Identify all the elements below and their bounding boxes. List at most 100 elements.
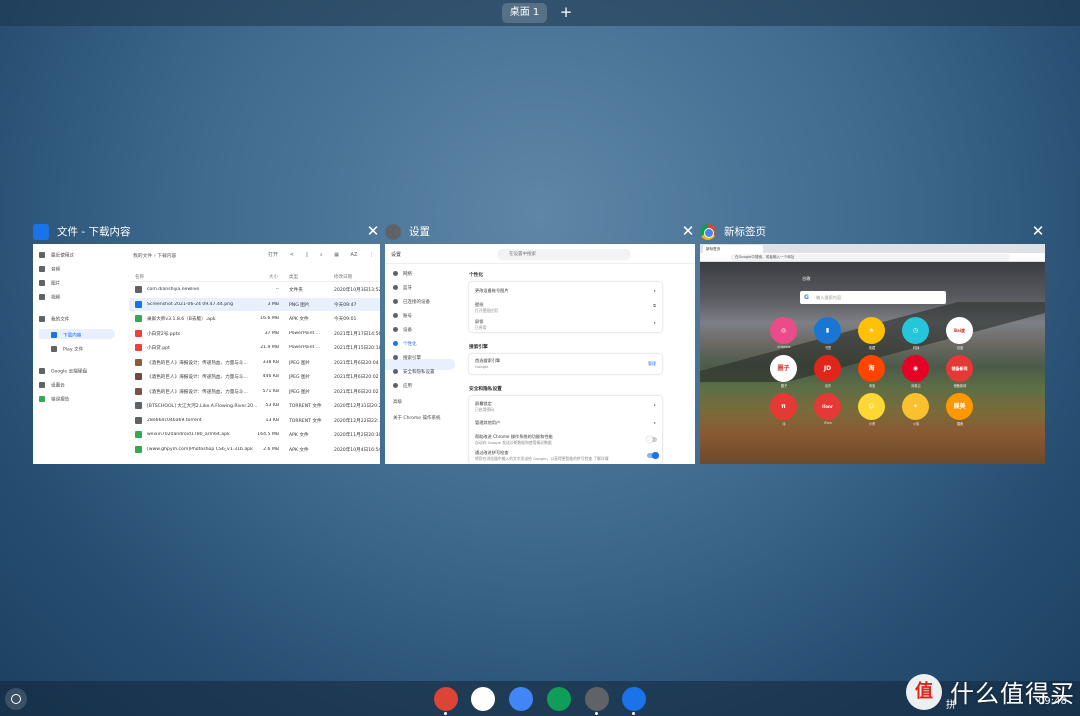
omnibox[interactable]: 在Google中搜索，或者输入一个网址 [730, 254, 1010, 261]
table-row[interactable]: Screenshot 2021-06-24 09.47.44.png 3 MB PN… [129, 297, 380, 311]
launcher-button[interactable] [5, 688, 27, 710]
shortcut-tile[interactable]: ◎ [770, 317, 797, 344]
share-icon[interactable]: ⋖ [290, 252, 294, 258]
add-desk-button[interactable]: + [557, 2, 575, 22]
settings-nav-item[interactable]: 网络 [393, 271, 412, 277]
grid-view-icon[interactable]: ▦ [334, 252, 339, 258]
cell-size: 164.5 MB [257, 432, 279, 437]
chrome-app[interactable] [434, 687, 458, 711]
column-type[interactable]: 类型 [289, 274, 298, 280]
shortcut-label: 百度 [956, 346, 964, 350]
search-engine-value: Google [475, 364, 489, 369]
settings-nav-item[interactable]: 设备 [393, 327, 412, 333]
table-row[interactable]: weixin7020android1780_arm64.apk 164.5 MB A… [129, 428, 380, 441]
shortcut-tile[interactable]: ✦ [902, 393, 929, 420]
sort-icon[interactable]: AZ [351, 252, 358, 258]
delete-icon[interactable]: ▯ [305, 252, 308, 258]
messages-app[interactable] [509, 687, 533, 711]
shortcut-tile[interactable]: JD [814, 355, 841, 382]
settings-search-input[interactable]: 在设置中搜索 [497, 249, 631, 260]
android-icon [39, 396, 45, 402]
account-image-item[interactable]: 更改设备账号图片 [475, 288, 509, 294]
shortcut-tile[interactable]: ☺ [858, 393, 885, 420]
diagnostics-toggle[interactable] [646, 436, 657, 443]
settings-nav-item[interactable]: 安全和隐私设置 [393, 369, 435, 375]
cell-type: APK 文件 [289, 447, 309, 453]
sidebar-item-my-files[interactable]: 我的文件 [39, 316, 69, 323]
breadcrumb[interactable]: 我的文件 › 下载内容 [133, 252, 176, 259]
settings-nav-item[interactable]: 已连接的设备 [393, 299, 430, 305]
sidebar-item-recent[interactable]: 最近使用过 [39, 252, 74, 259]
files-app[interactable] [622, 687, 646, 711]
desk-1-chip[interactable]: 桌面 1 [502, 3, 547, 23]
column-name[interactable]: 名称 [135, 274, 144, 280]
sidebar-item-play-files[interactable]: Play 文件 [51, 346, 83, 353]
sidebar-item-images[interactable]: 图片 [39, 280, 60, 287]
shortcut-tile[interactable]: 展美 [946, 393, 973, 420]
settings-nav-item[interactable]: 蓝牙 [393, 285, 412, 291]
search-engine-label[interactable]: 谷歌 [802, 276, 810, 282]
table-row[interactable]: 小白贷.ppt 21.9 MB PowerPoint ... 2021年1月15日20… [129, 341, 380, 354]
sidebar-item-audio[interactable]: 音频 [39, 266, 60, 273]
open-button[interactable]: 打开 [268, 252, 278, 258]
sidebar-item-bug-report[interactable]: 错误报告 [39, 396, 69, 403]
table-row[interactable]: 《酒色的巨人》海报设计：传递热血、力量与斗... 338 KB JPEG 图片 202… [129, 356, 380, 369]
play-store-app[interactable] [471, 687, 495, 711]
cell-size: 571 KB [262, 388, 279, 394]
sidebar-item-cloud[interactable]: 设置云 [39, 382, 65, 389]
ntp-search-input[interactable]: G 输入搜索内容 [800, 291, 946, 304]
chevron-right-icon: ▸ [653, 288, 656, 293]
shortcut-tile[interactable]: 圈子 [770, 355, 797, 382]
shortcut-tile[interactable]: ifonr [814, 393, 841, 420]
table-row[interactable]: 《酒色的巨人》海报设计：传递热血、力量与斗... 446 KB JPEG 图片 202… [129, 370, 380, 383]
table-row[interactable]: [BTSCHOOL] 大江大河2.Like.A.Flowing.River.20… [129, 399, 380, 412]
settings-nav-item[interactable]: 个性化 [393, 341, 417, 347]
cell-name: 《酒色的巨人》海报设计：传递热血、力量与斗... [147, 375, 248, 380]
shortcut-tile[interactable]: Bai度 [946, 317, 973, 344]
shortcut-tile[interactable]: ★ [858, 317, 885, 344]
table-row[interactable]: 28e664c046a69.torrent 13 KB TORRENT 文件 2020… [129, 414, 380, 427]
shortcut-tile[interactable]: ▮ [814, 317, 841, 344]
sidebar-item-videos[interactable]: 视频 [39, 294, 60, 301]
shortcut-tile[interactable]: 储备新闻 [946, 355, 973, 382]
close-icon[interactable]: ✕ [681, 222, 695, 240]
more-icon[interactable]: ⋮ [369, 252, 374, 258]
table-row[interactable]: 录屏大师v3.1.8.6（B去版）.apk 16.6 MB APK 文件 今天09:0… [129, 312, 380, 325]
drive-icon [39, 368, 45, 374]
column-date[interactable]: 修改日期 [334, 274, 352, 280]
table-row[interactable]: 《酒色的巨人》海报设计：传递热血、力量与斗... 571 KB JPEG 图片 202… [129, 385, 380, 398]
cell-size: 446 KB [262, 374, 279, 379]
spellcheck-toggle[interactable] [647, 452, 659, 459]
table-row[interactable]: 小白贷2号.pptx 37 MB PowerPoint ... 2021年1月17日1… [129, 327, 380, 340]
settings-window-title: 设置 [409, 226, 430, 238]
files-main: 我的文件 › 下载内容 打开 ⋖ ▯ ⌕ ▦ AZ ⋮ 名称 大小 类型 修改日… [129, 244, 380, 464]
settings-nav-label: 设备 [403, 328, 412, 333]
tab-new-tab[interactable]: 新标签页 [703, 245, 763, 253]
settings-nav-item[interactable]: 高级 [393, 399, 402, 405]
settings-nav-item[interactable]: 应用 [393, 383, 412, 389]
file-icon [135, 344, 142, 351]
search-icon[interactable]: ⌕ [320, 252, 323, 258]
settings-nav-item[interactable]: 关于 Chrome 操作系统 [393, 415, 441, 421]
table-row[interactable]: [www.ghpym.com]Photoshop CS6_v1.31b.apk 2… [129, 443, 380, 456]
shortcut-tile[interactable]: ◷ [902, 317, 929, 344]
settings-app[interactable] [585, 687, 609, 711]
close-icon[interactable]: ✕ [366, 222, 380, 240]
table-row[interactable]: com.dianshijia.newlive -- 文件夹 2020年10月3日13:… [129, 283, 380, 296]
manage-users-item[interactable]: 管理其他用户 [475, 420, 500, 426]
cell-name: 《酒色的巨人》海报设计：传递热血、力量与斗... [147, 389, 248, 395]
sidebar-item-downloads[interactable]: 下载内容 [51, 332, 81, 339]
nav-icon [393, 355, 398, 360]
cell-type: 文件夹 [289, 288, 303, 293]
shortcut-tile[interactable]: π [770, 393, 797, 420]
close-icon[interactable]: ✕ [1031, 222, 1045, 240]
manage-button[interactable]: 管理 [648, 361, 656, 367]
shortcut-tile[interactable]: 淘 [858, 355, 885, 382]
linux-app[interactable] [547, 687, 571, 711]
shortcut-tile[interactable]: ◉ [902, 355, 929, 382]
column-size[interactable]: 大小 [269, 274, 278, 280]
search-engine-card: 首选搜索引擎 Google 管理 [469, 354, 662, 374]
sidebar-item-google-drive[interactable]: Google 云端硬盘 [39, 368, 87, 375]
settings-nav-item[interactable]: 搜索引擎 [393, 355, 421, 361]
settings-nav-item[interactable]: 账号 [393, 313, 412, 319]
